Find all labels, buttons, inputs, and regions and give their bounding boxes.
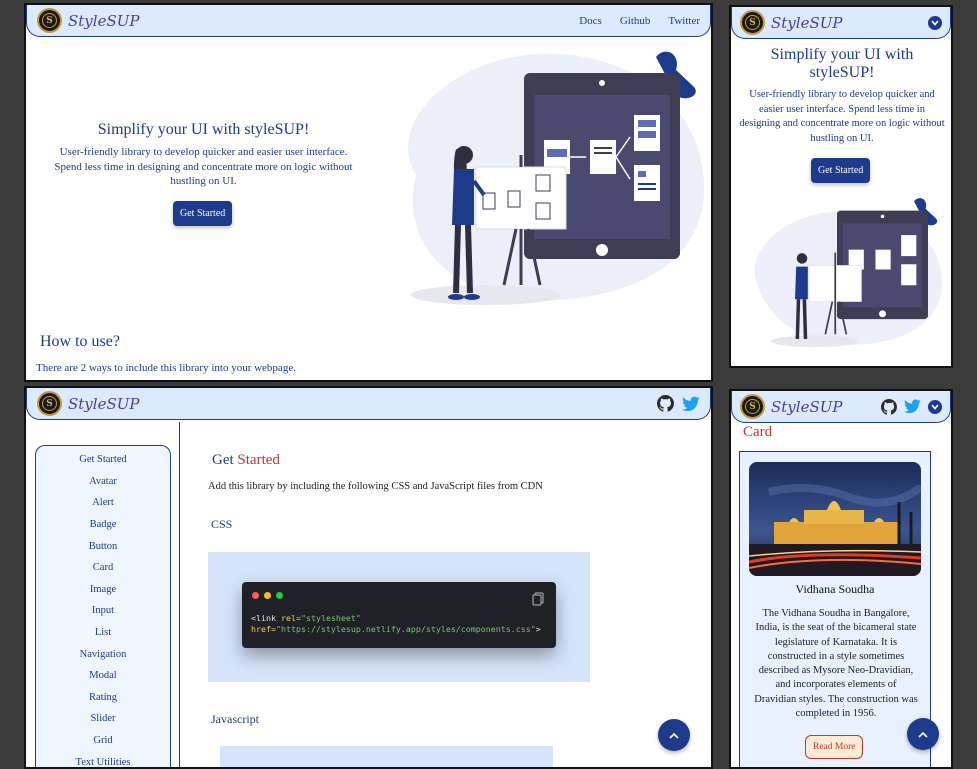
- navbar: S StyleSUP Docs Github Twitter: [26, 5, 711, 37]
- card-mobile-view: S StyleSUP Card Vidhana Soudha The Vidha…: [729, 389, 953, 769]
- code-token: rel=: [280, 613, 301, 623]
- hero-title: Simplify your UI with styleSUP!: [770, 46, 914, 81]
- card-title: Vidhana Soudha: [795, 582, 875, 596]
- sidebar-item-alert[interactable]: Alert: [36, 492, 170, 514]
- card-image: [749, 462, 921, 576]
- hero-illustration: [754, 198, 943, 348]
- window-dot-green: [276, 592, 283, 599]
- github-link[interactable]: [881, 398, 897, 415]
- card-text: The Vidhana Soudha in Bangalore, India, …: [754, 608, 918, 720]
- javascript-section-title: Javascript: [211, 712, 259, 726]
- home-mobile-view: S StyleSUP Simplify your UI with styleSU…: [729, 5, 953, 368]
- nav-links: Docs Github Twitter: [579, 15, 700, 27]
- sidebar-item-grid[interactable]: Grid: [36, 730, 170, 752]
- page-description: Add this library by including the follow…: [208, 481, 543, 492]
- page-title: Get Started: [212, 452, 280, 469]
- brand-logo[interactable]: S: [740, 10, 765, 35]
- section-title: Card: [743, 424, 773, 440]
- sidebar-item-avatar[interactable]: Avatar: [36, 471, 170, 493]
- sidebar-item-slider[interactable]: Slider: [36, 708, 170, 730]
- navbar: S StyleSUP: [26, 388, 711, 420]
- twitter-link[interactable]: [682, 396, 700, 412]
- nav-actions: [928, 15, 942, 30]
- chevron-down-icon: [928, 15, 942, 30]
- code-block-css: <link rel="stylesheet" href="https://sty…: [208, 552, 590, 682]
- code-block-js: [220, 746, 553, 767]
- docs-desktop-view: S StyleSUP Get Started Avatar Alert Badge Bu…: [24, 386, 713, 769]
- nav-link-docs[interactable]: Docs: [579, 15, 602, 27]
- hero-description: User-friendly library to develop quicker…: [739, 89, 945, 144]
- sidebar-item-modal[interactable]: Modal: [36, 665, 170, 687]
- sidebar-item-input[interactable]: Input: [36, 600, 170, 622]
- brand-logo[interactable]: S: [740, 394, 765, 419]
- sidebar-item-navigation[interactable]: Navigation: [36, 643, 170, 665]
- menu-toggle-button[interactable]: [928, 15, 942, 30]
- menu-toggle-button[interactable]: [928, 399, 942, 414]
- logo-letter: S: [745, 15, 760, 30]
- sidebar-divider: [179, 422, 180, 767]
- twitter-icon: [682, 396, 700, 411]
- css-section-title: CSS: [211, 517, 233, 531]
- copy-icon[interactable]: [532, 591, 544, 610]
- page-title-accent: Started: [237, 452, 280, 468]
- get-started-button[interactable]: Get Started: [811, 158, 871, 183]
- code-token: "https://stylesup.netlify.app/styles/com…: [275, 624, 536, 634]
- code-line-1: <link rel="stylesheet": [251, 613, 361, 623]
- github-icon: [657, 395, 674, 412]
- nav-icons: [657, 395, 700, 412]
- how-to-use-description: There are 2 ways to include this library…: [36, 362, 296, 374]
- sidebar-item-badge[interactable]: Badge: [36, 514, 170, 536]
- logo-letter: S: [745, 399, 760, 414]
- brand-name[interactable]: StyleSUP: [771, 14, 842, 32]
- brand-logo[interactable]: S: [37, 8, 62, 33]
- card: Vidhana Soudha The Vidhana Soudha in Ban…: [739, 451, 931, 767]
- brand-name[interactable]: StyleSUP: [771, 398, 842, 416]
- brand-logo[interactable]: S: [37, 391, 62, 416]
- how-to-use-title: How to use?: [40, 333, 120, 350]
- code-line-2: href="https://stylesup.netlify.app/style…: [251, 624, 541, 634]
- hero-description: User-friendly library to develop quicker…: [54, 146, 353, 187]
- arrow-up-icon: [918, 731, 928, 738]
- nav-link-twitter[interactable]: Twitter: [668, 15, 700, 27]
- hero-title: Simplify your UI with styleSUP!: [97, 121, 310, 138]
- brand-name[interactable]: StyleSUP: [68, 395, 139, 413]
- nav-link-github[interactable]: Github: [620, 15, 651, 27]
- logo-letter: S: [42, 396, 57, 411]
- arrow-up-icon: [669, 732, 679, 739]
- read-more-button[interactable]: Read More: [805, 735, 864, 759]
- hero-illustration: [408, 51, 705, 305]
- code-token: href=: [251, 624, 276, 634]
- sidebar-item-text-utilities[interactable]: Text Utilities: [36, 751, 170, 767]
- navbar-mobile: S StyleSUP: [731, 7, 951, 39]
- github-icon: [881, 398, 897, 415]
- nav-actions: [881, 398, 942, 415]
- github-link[interactable]: [657, 395, 674, 412]
- sidebar-item-get-started[interactable]: Get Started: [36, 449, 170, 471]
- logo-letter: S: [42, 13, 57, 28]
- window-dot-red: [252, 592, 259, 599]
- code-token: <link: [251, 613, 276, 623]
- home-desktop-view: S StyleSUP Docs Github Twitter Simplify …: [24, 3, 713, 382]
- window-dot-yellow: [264, 592, 271, 599]
- sidebar-item-rating[interactable]: Rating: [36, 687, 170, 709]
- twitter-link[interactable]: [904, 399, 921, 414]
- code-window: <link rel="stylesheet" href="https://sty…: [242, 582, 556, 648]
- navbar-mobile: S StyleSUP: [731, 391, 951, 423]
- scroll-to-top-button[interactable]: [907, 718, 939, 750]
- sidebar-item-button[interactable]: Button: [36, 535, 170, 557]
- sidebar-item-list[interactable]: List: [36, 622, 170, 644]
- page-title-prefix: Get: [212, 452, 234, 468]
- get-started-button[interactable]: Get Started: [173, 201, 233, 226]
- sidebar-item-image[interactable]: Image: [36, 579, 170, 601]
- sidebar: Get Started Avatar Alert Badge Button Card Ima…: [35, 445, 171, 767]
- code-token: >: [535, 624, 541, 634]
- brand-name[interactable]: StyleSUP: [68, 12, 139, 30]
- chevron-down-icon: [928, 399, 942, 414]
- code-token: "stylesheet": [300, 613, 361, 623]
- twitter-icon: [904, 399, 921, 414]
- sidebar-item-card[interactable]: Card: [36, 557, 170, 579]
- scroll-to-top-button[interactable]: [658, 719, 690, 751]
